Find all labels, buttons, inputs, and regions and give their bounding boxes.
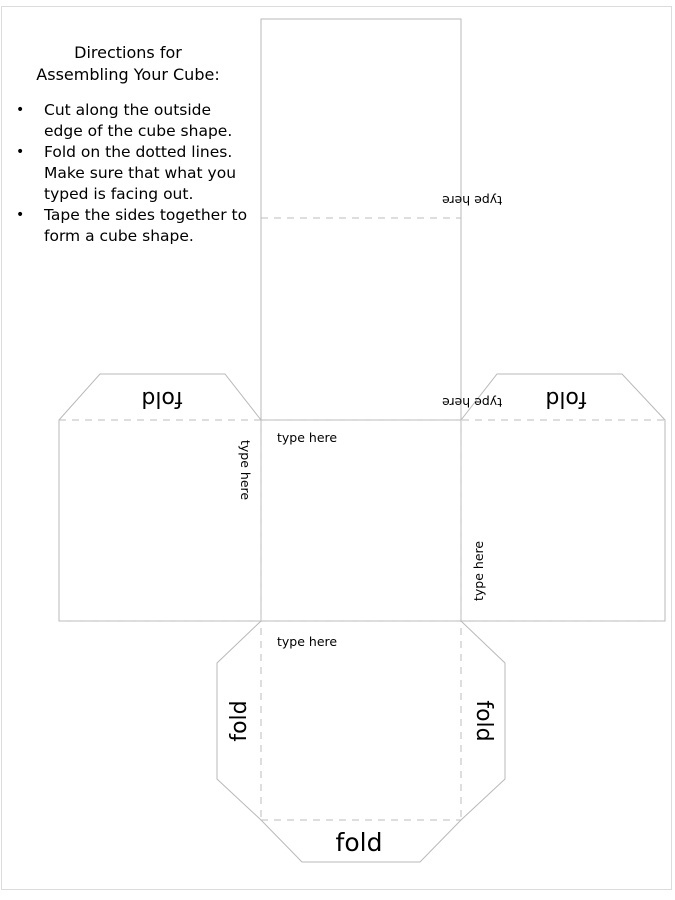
type-here-label-top-face: type here — [442, 193, 502, 208]
fold-label-left-wing-tab: fold — [141, 386, 182, 411]
fold-label-bottom-right-tab: fold — [471, 700, 496, 741]
bottom-face-outline — [216, 620, 506, 863]
fold-label-bottom-tab: fold — [336, 828, 383, 857]
type-here-label-upper-middle-face: type here — [442, 395, 502, 410]
fold-label-bottom-left-tab: fold — [227, 700, 252, 741]
type-here-label-bottom-face: type here — [277, 634, 337, 649]
center-face-outline — [260, 419, 462, 622]
type-here-label-left-face: type here — [238, 440, 253, 500]
central-column-outline — [260, 18, 462, 421]
printable-page: Directions for Assembling Your Cube: • C… — [0, 0, 675, 900]
type-here-label-center-face: type here — [277, 430, 337, 445]
cube-net-diagram: type here type here type here type here … — [58, 18, 666, 863]
type-here-label-right-face: type here — [471, 541, 486, 601]
fold-label-right-wing-tab: fold — [545, 386, 586, 411]
